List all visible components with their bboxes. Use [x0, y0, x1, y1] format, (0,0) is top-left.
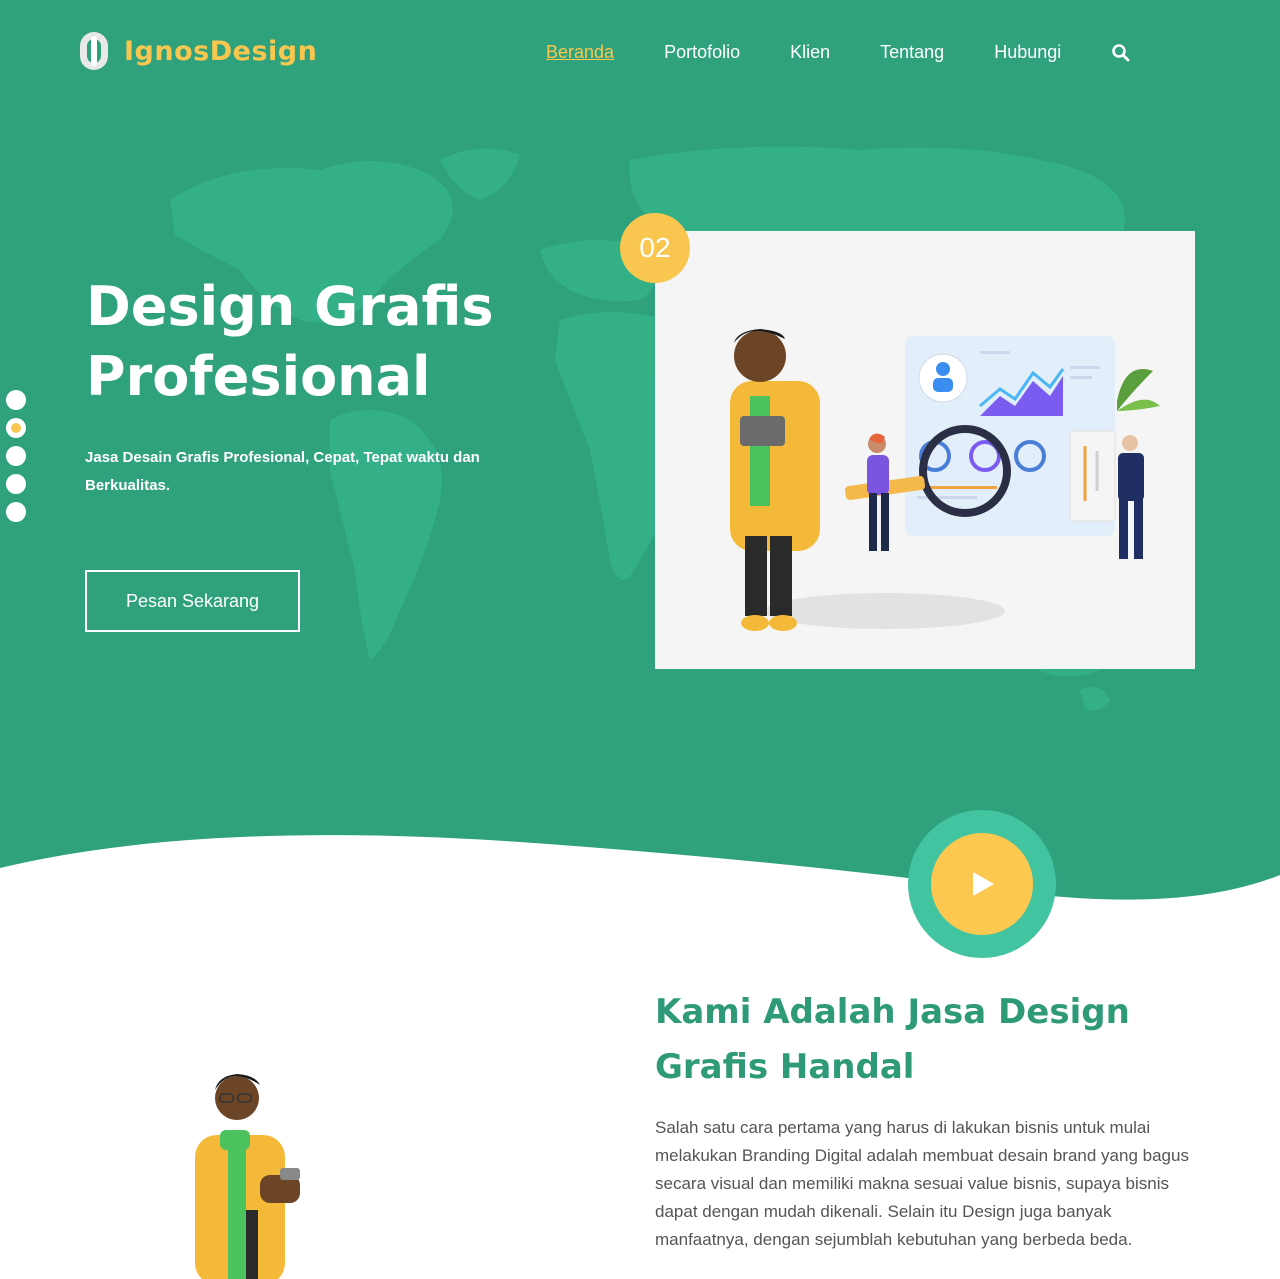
nav-item-portofolio[interactable]: Portofolio	[664, 42, 740, 63]
play-button-inner	[931, 833, 1033, 935]
analytics-illustration	[730, 329, 1160, 631]
slider-dot-1[interactable]	[6, 390, 26, 410]
nav-item-tentang[interactable]: Tentang	[880, 42, 944, 63]
hero-section: IgnosDesign Beranda Portofolio Klien Ten…	[0, 0, 1280, 900]
slider-dot-3[interactable]	[6, 446, 26, 466]
slider-dots	[6, 390, 26, 522]
about-title: Kami Adalah Jasa Design Grafis Handal	[655, 992, 1130, 1087]
hero-subtitle: Jasa Desain Grafis Profesional, Cepat, T…	[85, 449, 480, 494]
brand-name: IgnosDesign	[124, 35, 318, 67]
about-character-illustration	[195, 1074, 300, 1279]
nav-item-klien[interactable]: Klien	[790, 42, 830, 63]
hero-illustration-card	[655, 231, 1195, 669]
nav-item-beranda[interactable]: Beranda	[546, 42, 614, 63]
slider-dot-4[interactable]	[6, 474, 26, 494]
hero-wave-divider	[0, 835, 1280, 900]
logo-icon	[80, 32, 108, 70]
order-now-button[interactable]: Pesan Sekarang	[85, 570, 300, 632]
slider-dot-5[interactable]	[6, 502, 26, 522]
play-video-button[interactable]	[908, 810, 1056, 958]
play-icon	[973, 872, 994, 896]
about-description: Salah satu cara pertama yang harus di la…	[655, 1118, 1189, 1249]
main-nav: Beranda Portofolio Klien Tentang Hubungi	[546, 42, 1131, 63]
slider-dot-2[interactable]	[6, 418, 26, 438]
nav-item-hubungi[interactable]: Hubungi	[994, 42, 1061, 63]
hero-title: Design Grafis Profesional	[86, 275, 494, 408]
search-icon[interactable]	[1111, 43, 1131, 63]
brand-logo[interactable]: IgnosDesign	[78, 30, 317, 72]
slide-number-badge: 02	[620, 213, 690, 283]
